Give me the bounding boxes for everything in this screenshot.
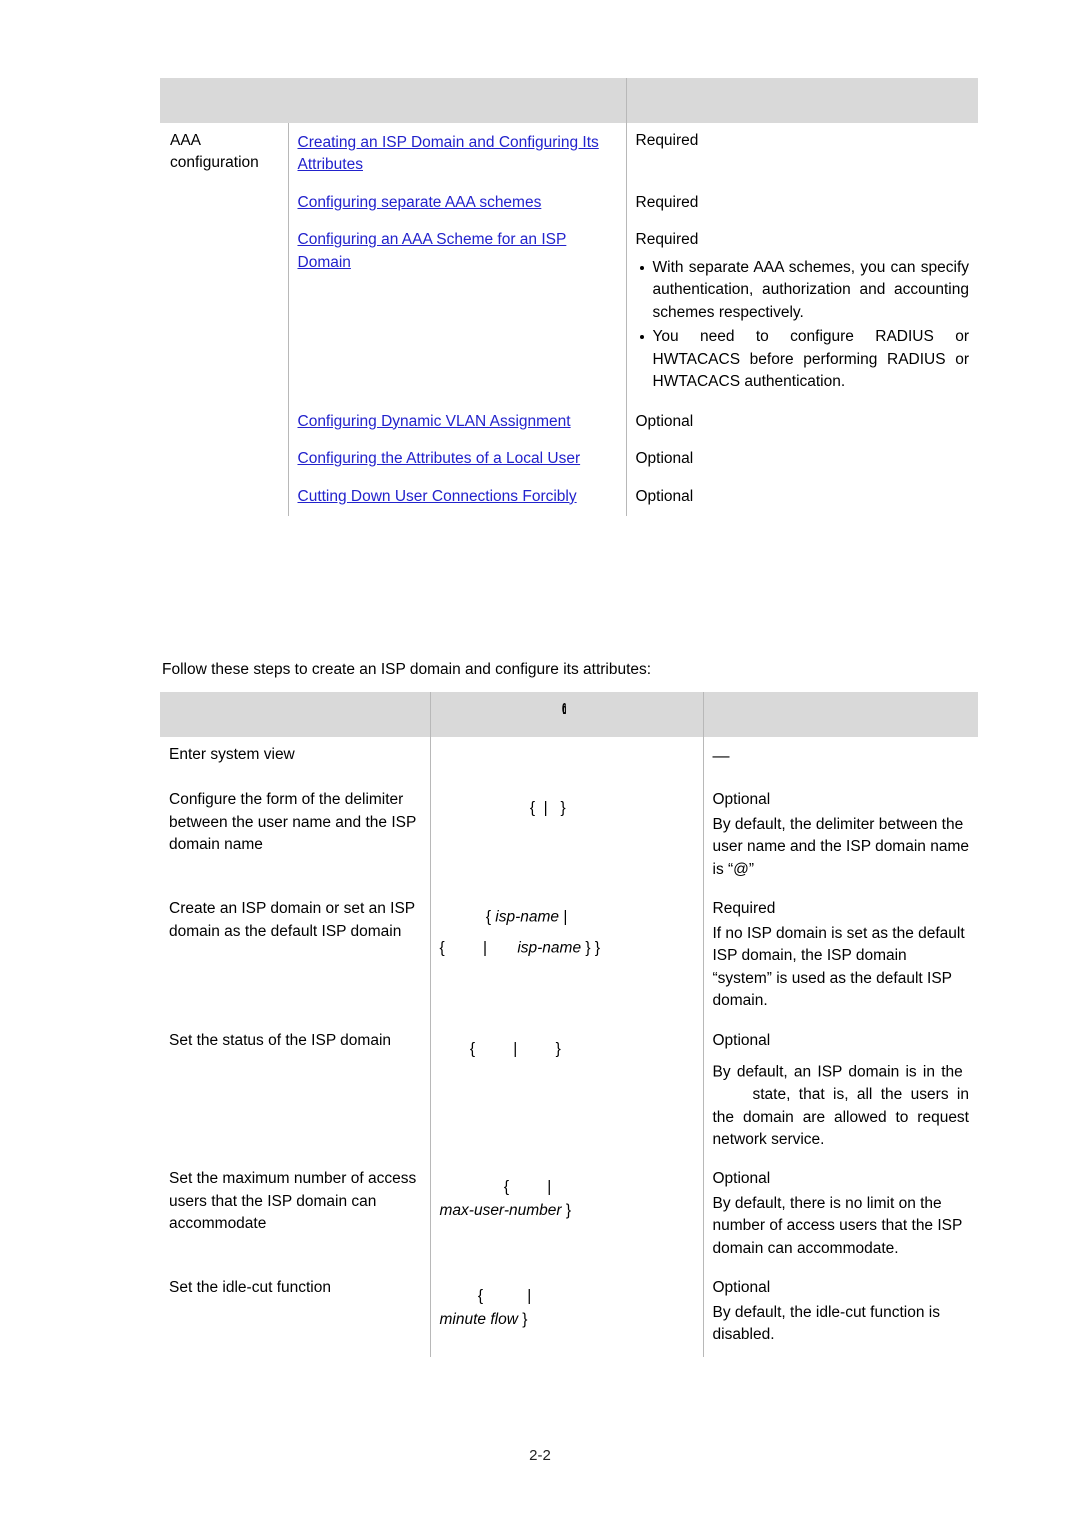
- list-item: You need to configure RADIUS or HWTACACS…: [639, 326, 969, 393]
- task-link-creating-isp-domain[interactable]: Creating an ISP Domain and Configuring I…: [298, 134, 599, 173]
- remarks-cell: Required: [625, 184, 978, 223]
- remarks-text: Optional: [635, 412, 694, 430]
- task-cell: Creating an ISP Domain and Configuring I…: [287, 122, 626, 185]
- remarks-text: Optional: [635, 487, 694, 505]
- header-label-command: Command: [562, 701, 566, 718]
- operation-text: Enter system view: [169, 745, 295, 763]
- remarks-bullet-list: With separate AAA schemes, you can speci…: [636, 257, 969, 394]
- operation-text: Configure the form of the delimiter betw…: [169, 791, 417, 854]
- header-cell-command: Command: [429, 692, 703, 737]
- task-cell: Configuring separate AAA schemes: [287, 184, 626, 223]
- remarks-cell: Required With separate AAA schemes, you …: [625, 222, 978, 404]
- table-row: Set the status of the ISP domain state {…: [160, 1022, 978, 1162]
- remarks-text: Optional: [712, 1279, 771, 1297]
- table-row: Enter system view system-view —: [160, 736, 978, 783]
- header-cell-blank: [160, 78, 288, 123]
- task-cell: Cutting Down User Connections Forcibly: [287, 478, 626, 517]
- task-link-dynamic-vlan-assignment[interactable]: Configuring Dynamic VLAN Assignment: [298, 413, 571, 430]
- remarks-text: —: [712, 745, 730, 765]
- remarks-text: Optional: [712, 1170, 771, 1188]
- remarks-text: Required: [635, 193, 699, 211]
- operation-text: Set the idle-cut function: [169, 1279, 331, 1297]
- remarks-text: Required: [712, 900, 776, 918]
- remarks-text: If no ISP domain is set as the default I…: [712, 924, 965, 1010]
- table-header-row: Operation Command Remarks: [160, 692, 978, 737]
- list-item: With separate AAA schemes, you can speci…: [639, 257, 969, 324]
- operation-text: Create an ISP domain or set an ISP domai…: [169, 900, 415, 940]
- aaa-task-table: Task Remarks AAA configuration Creating …: [160, 78, 978, 517]
- page-number: 2-2: [529, 1447, 551, 1464]
- intro-paragraph: Follow these steps to create an ISP doma…: [162, 661, 652, 678]
- header-cell-operation: Operation: [160, 692, 430, 737]
- command-cell: state { active| block}: [429, 1022, 703, 1162]
- command-cell: access-limit { disable| enable max-user-…: [429, 1161, 703, 1271]
- table-row: Set the idle-cut function idle-cut { dis…: [160, 1270, 978, 1357]
- remarks-cell: Optional By default, the delimiter betwe…: [702, 782, 978, 892]
- remarks-text: Optional: [712, 1031, 771, 1049]
- group-label-line2: configuration: [170, 154, 259, 172]
- remarks-cell: Optional: [625, 478, 978, 517]
- operation-cell: Set the idle-cut function: [160, 1270, 430, 1356]
- command-cell: idle-cut { disable| enable minute flow }: [429, 1270, 703, 1357]
- remarks-text: By default, the delimiter between the us…: [712, 815, 969, 878]
- remarks-text: By default, there is no limit on the num…: [712, 1194, 963, 1257]
- command-param-isp-name-2: isp-name: [517, 939, 582, 957]
- operation-cell: Create an ISP domain or set an ISP domai…: [160, 891, 430, 1022]
- task-link-configuring-aaa-scheme[interactable]: Configuring an AAA Scheme for an ISP Dom…: [298, 231, 567, 270]
- remarks-cell: Optional: [625, 441, 978, 479]
- task-cell: Configuring an AAA Scheme for an ISP Dom…: [287, 222, 626, 404]
- table-row: AAA configuration Creating an ISP Domain…: [160, 122, 978, 185]
- command-cell: domain { isp-name | default { disable| e…: [429, 891, 703, 1023]
- operation-text: Set the maximum number of access users t…: [169, 1170, 417, 1233]
- remarks-text: Required: [635, 131, 699, 149]
- operation-cell: Enter system view: [160, 737, 430, 783]
- header-cell-task: Task: [288, 78, 626, 123]
- remarks-text-with-inline-keyword: By default, an ISP domain is in the acti…: [712, 1063, 970, 1148]
- task-cell: Configuring the Attributes of a Local Us…: [287, 441, 626, 479]
- remarks-text: Optional: [635, 450, 694, 468]
- operation-cell: Set the status of the ISP domain: [160, 1023, 430, 1162]
- remarks-text: Optional: [712, 791, 771, 809]
- command-cell: system-view: [429, 736, 703, 783]
- header-cell-remarks: Remarks: [625, 78, 978, 123]
- operation-text: Set the status of the ISP domain: [169, 1031, 392, 1049]
- command-param-isp-name: isp-name: [495, 908, 560, 926]
- command-cell: domain delimiter { at | dot }: [429, 782, 703, 892]
- command-param-minute-flow: minute flow: [439, 1310, 518, 1328]
- group-label-line1: AAA: [170, 131, 202, 149]
- header-cell-remarks: Remarks: [702, 692, 978, 737]
- group-label-aaa-configuration: AAA configuration: [160, 123, 288, 516]
- operation-cell: Configure the form of the delimiter betw…: [160, 782, 430, 891]
- remarks-cell: Optional By default, an ISP domain is in…: [702, 1022, 978, 1162]
- remarks-cell: Optional: [625, 403, 978, 442]
- page-footer: 2-2: [0, 1447, 1080, 1464]
- remarks-cell: Optional By default, there is no limit o…: [702, 1161, 978, 1271]
- table-row: Create an ISP domain or set an ISP domai…: [160, 891, 978, 1023]
- task-cell: Configuring Dynamic VLAN Assignment: [287, 403, 626, 442]
- document-page: Task Remarks AAA configuration Creating …: [0, 0, 1080, 1527]
- table-row: Set the maximum number of access users t…: [160, 1161, 978, 1271]
- remarks-text: Required: [635, 231, 699, 249]
- remarks-text: By default, the idle-cut function is dis…: [712, 1303, 940, 1344]
- table-row: Configure the form of the delimiter betw…: [160, 782, 978, 892]
- operation-cell: Set the maximum number of access users t…: [160, 1161, 430, 1270]
- isp-domain-steps-table: Operation Command Remarks Enter system v…: [160, 692, 978, 1357]
- task-link-configuring-separate-aaa-schemes[interactable]: Configuring separate AAA schemes: [298, 194, 542, 211]
- table-header-row: Task Remarks: [160, 78, 978, 123]
- remarks-cell: Optional By default, the idle-cut functi…: [702, 1270, 978, 1357]
- task-link-attributes-local-user[interactable]: Configuring the Attributes of a Local Us…: [298, 450, 581, 467]
- command-param-max-user-number: max-user-number: [439, 1201, 562, 1219]
- remarks-cell: —: [702, 736, 978, 783]
- task-link-cutting-down-connections[interactable]: Cutting Down User Connections Forcibly: [298, 488, 577, 505]
- remarks-cell: Required If no ISP domain is set as the …: [702, 891, 978, 1023]
- remarks-cell: Required: [625, 122, 978, 185]
